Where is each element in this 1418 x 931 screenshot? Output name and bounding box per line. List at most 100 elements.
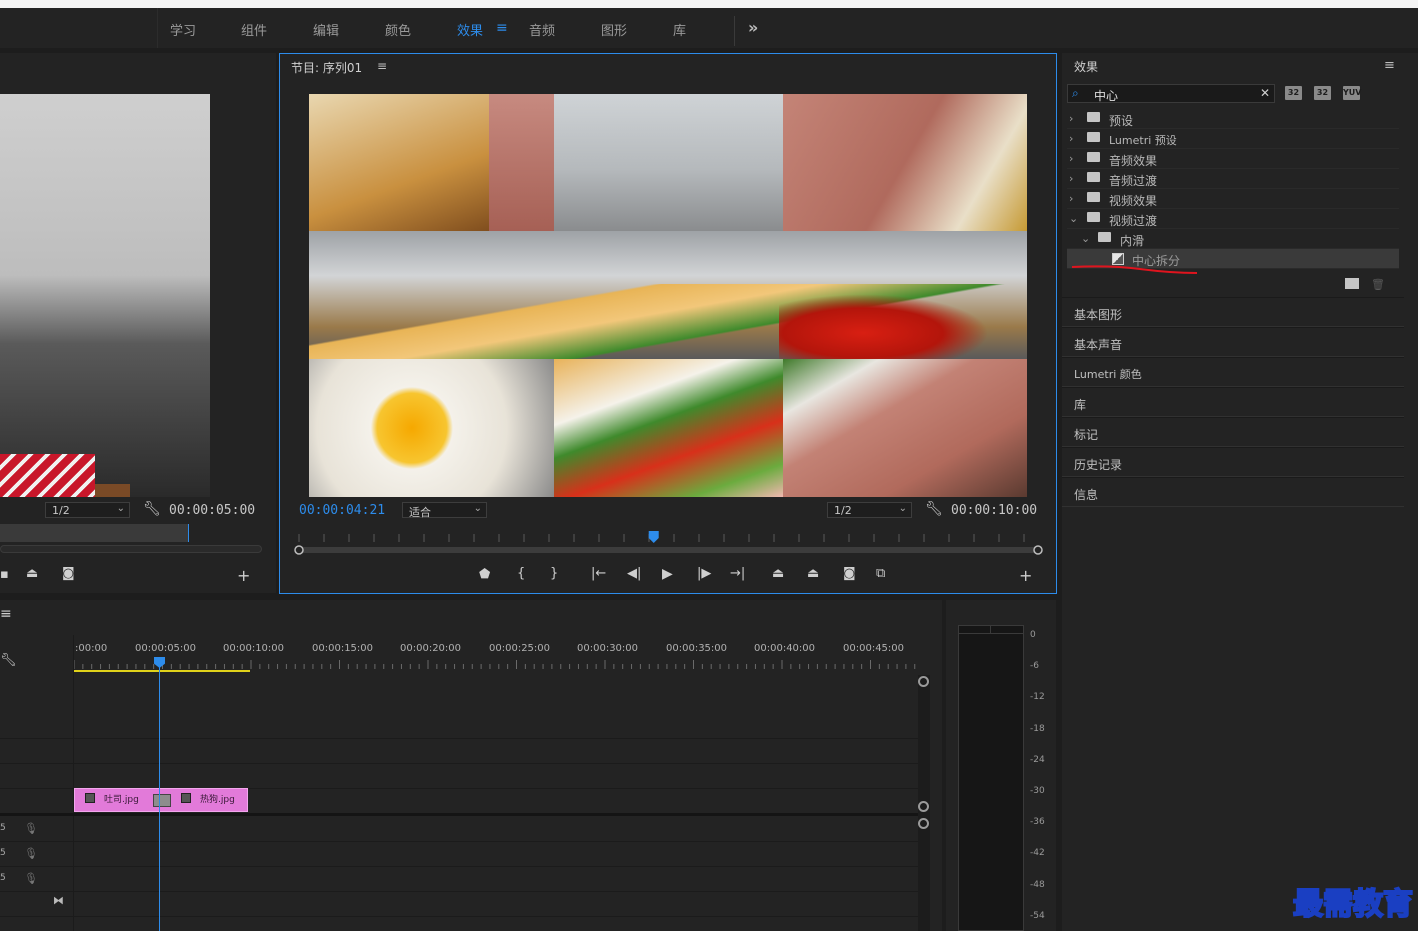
- db-label: -18: [1030, 724, 1045, 734]
- tab-editing[interactable]: 编辑: [313, 20, 339, 39]
- go-to-out-icon[interactable]: →|: [730, 566, 745, 581]
- add-marker-icon[interactable]: ⬟: [479, 567, 490, 582]
- source-zoom-scrollbar[interactable]: [0, 545, 262, 553]
- wrench-icon[interactable]: 🔧︎: [925, 501, 943, 517]
- tree-item-audio-transitions[interactable]: › 音频过渡: [1067, 169, 1399, 189]
- new-bin-icon[interactable]: [1345, 278, 1359, 289]
- program-zoom-select[interactable]: 1/2 ⌄: [827, 502, 912, 518]
- track-header-divider: [73, 635, 74, 931]
- timeline-ruler[interactable]: [74, 658, 919, 674]
- program-current-time[interactable]: 00:00:04:21: [299, 503, 385, 518]
- scroll-handle-right[interactable]: [1033, 545, 1043, 555]
- overwrite-icon[interactable]: ▪: [0, 567, 9, 582]
- track-separator: [0, 891, 918, 892]
- step-forward-icon[interactable]: |▶: [697, 566, 711, 581]
- chevron-right-icon: ›: [1069, 132, 1074, 145]
- timeline-playhead-line[interactable]: [159, 660, 160, 931]
- source-zoom-select[interactable]: 1/2 ⌄: [45, 502, 130, 518]
- wrench-icon[interactable]: 🔧︎: [0, 653, 17, 668]
- source-scrub-bar[interactable]: [0, 524, 188, 542]
- go-to-in-icon[interactable]: |←: [591, 566, 606, 581]
- ruler-label: 00:00:45:00: [843, 643, 905, 654]
- watermark-logo: 最需教育: [1292, 886, 1414, 923]
- scroll-handle[interactable]: [918, 676, 929, 687]
- extract-icon[interactable]: ⏏: [807, 566, 819, 581]
- program-preview-image: [309, 94, 1027, 497]
- scroll-handle-left[interactable]: [294, 545, 304, 555]
- section-essential-graphics[interactable]: 基本图形: [1062, 297, 1404, 327]
- ham-slice-shape: [489, 94, 554, 231]
- program-monitor-title: 节目: 序列01: [291, 61, 363, 75]
- export-frame-icon[interactable]: ◙: [843, 566, 856, 581]
- search-icon: ⌕: [1072, 86, 1079, 100]
- ruler-label: :00:00: [75, 643, 108, 654]
- tab-assembly[interactable]: 组件: [241, 20, 267, 39]
- sandwich-tile: [554, 359, 783, 497]
- section-markers[interactable]: 标记: [1062, 417, 1404, 447]
- program-playhead[interactable]: [648, 531, 659, 543]
- step-back-icon[interactable]: ◀|: [627, 566, 641, 581]
- camera-icon[interactable]: ◙: [62, 566, 75, 581]
- mark-in-icon[interactable]: {: [517, 566, 525, 581]
- tree-item-label: Lumetri 预设: [1109, 134, 1177, 147]
- tab-learn[interactable]: 学习: [170, 20, 196, 39]
- tab-audio[interactable]: 音频: [529, 20, 555, 39]
- db-label: -6: [1030, 661, 1039, 671]
- lift-icon[interactable]: ⏏: [772, 566, 784, 581]
- tree-item-lumetri-presets[interactable]: › Lumetri 预设: [1067, 129, 1399, 149]
- section-essential-sound[interactable]: 基本声音: [1062, 327, 1404, 357]
- tab-effects[interactable]: 效果: [457, 20, 483, 39]
- tab-graphics[interactable]: 图形: [601, 20, 627, 39]
- hamburger-menu-icon[interactable]: ≡: [496, 20, 508, 36]
- scroll-handle[interactable]: [918, 818, 929, 829]
- accelerated-effects-icon[interactable]: 32: [1285, 86, 1302, 100]
- add-button-icon[interactable]: +: [237, 566, 250, 585]
- mark-out-icon[interactable]: }: [550, 566, 558, 581]
- tree-item-audio-effects[interactable]: › 音频效果: [1067, 149, 1399, 169]
- tree-item-label: 内滑: [1120, 234, 1145, 248]
- clear-search-icon[interactable]: ✕: [1260, 86, 1270, 100]
- tree-item-video-transitions[interactable]: ⌄ 视频过渡: [1067, 209, 1399, 229]
- video-clip-strip[interactable]: 吐司.jpg 热狗.jpg: [74, 788, 248, 812]
- more-workspaces-icon[interactable]: »: [748, 18, 758, 37]
- fit-select[interactable]: 适合 ⌄: [402, 502, 487, 519]
- effects-panel-title: 效果: [1074, 60, 1099, 74]
- section-info[interactable]: 信息: [1062, 477, 1404, 507]
- folder-icon: [1087, 212, 1100, 222]
- insert-icon[interactable]: ⏏: [26, 566, 38, 581]
- panel-menu-icon[interactable]: ≡: [0, 606, 12, 622]
- section-libraries[interactable]: 库: [1062, 387, 1404, 417]
- divider: [157, 8, 158, 48]
- tree-item-presets[interactable]: › 预设: [1067, 109, 1399, 129]
- microphone-icon[interactable]: 🎙︎: [24, 872, 38, 885]
- source-playhead[interactable]: [188, 524, 189, 542]
- ruler-ticks: [74, 660, 916, 669]
- yuv-effects-icon[interactable]: YUV: [1343, 86, 1361, 100]
- section-history[interactable]: 历史记录: [1062, 447, 1404, 477]
- microphone-icon[interactable]: 🎙︎: [24, 847, 38, 860]
- tree-item-video-effects[interactable]: › 视频效果: [1067, 189, 1399, 209]
- panel-menu-icon[interactable]: ≡: [377, 59, 387, 73]
- section-lumetri-color[interactable]: Lumetri 颜色: [1062, 357, 1404, 387]
- 32bit-effects-icon[interactable]: 32: [1314, 86, 1331, 100]
- db-label: -48: [1030, 880, 1045, 890]
- add-button-icon[interactable]: +: [1019, 566, 1032, 585]
- section-label: 基本图形: [1074, 308, 1123, 322]
- panel-menu-icon[interactable]: ≡: [1384, 58, 1395, 73]
- master-track-icon[interactable]: ⧓: [53, 894, 64, 907]
- trash-icon[interactable]: 🗑︎: [1371, 278, 1385, 291]
- ruler-label: 00:00:05:00: [135, 643, 197, 654]
- basket-top-tile: [554, 94, 783, 231]
- tree-item-slide[interactable]: ⌄ 内滑: [1067, 229, 1399, 249]
- tab-color[interactable]: 颜色: [385, 20, 411, 39]
- program-scrub-bar[interactable]: [291, 528, 1046, 558]
- scroll-handle[interactable]: [918, 801, 929, 812]
- play-icon[interactable]: ▶: [662, 566, 673, 582]
- comparison-view-icon[interactable]: ⧉: [876, 566, 885, 581]
- wrench-icon[interactable]: 🔧︎: [143, 501, 161, 517]
- microphone-icon[interactable]: 🎙︎: [24, 822, 38, 835]
- effects-search-field[interactable]: ⌕ 中心 ✕: [1067, 84, 1275, 103]
- transition-marker[interactable]: [153, 794, 171, 807]
- tab-libraries[interactable]: 库: [673, 20, 686, 39]
- ruler-label: 00:00:20:00: [400, 643, 462, 654]
